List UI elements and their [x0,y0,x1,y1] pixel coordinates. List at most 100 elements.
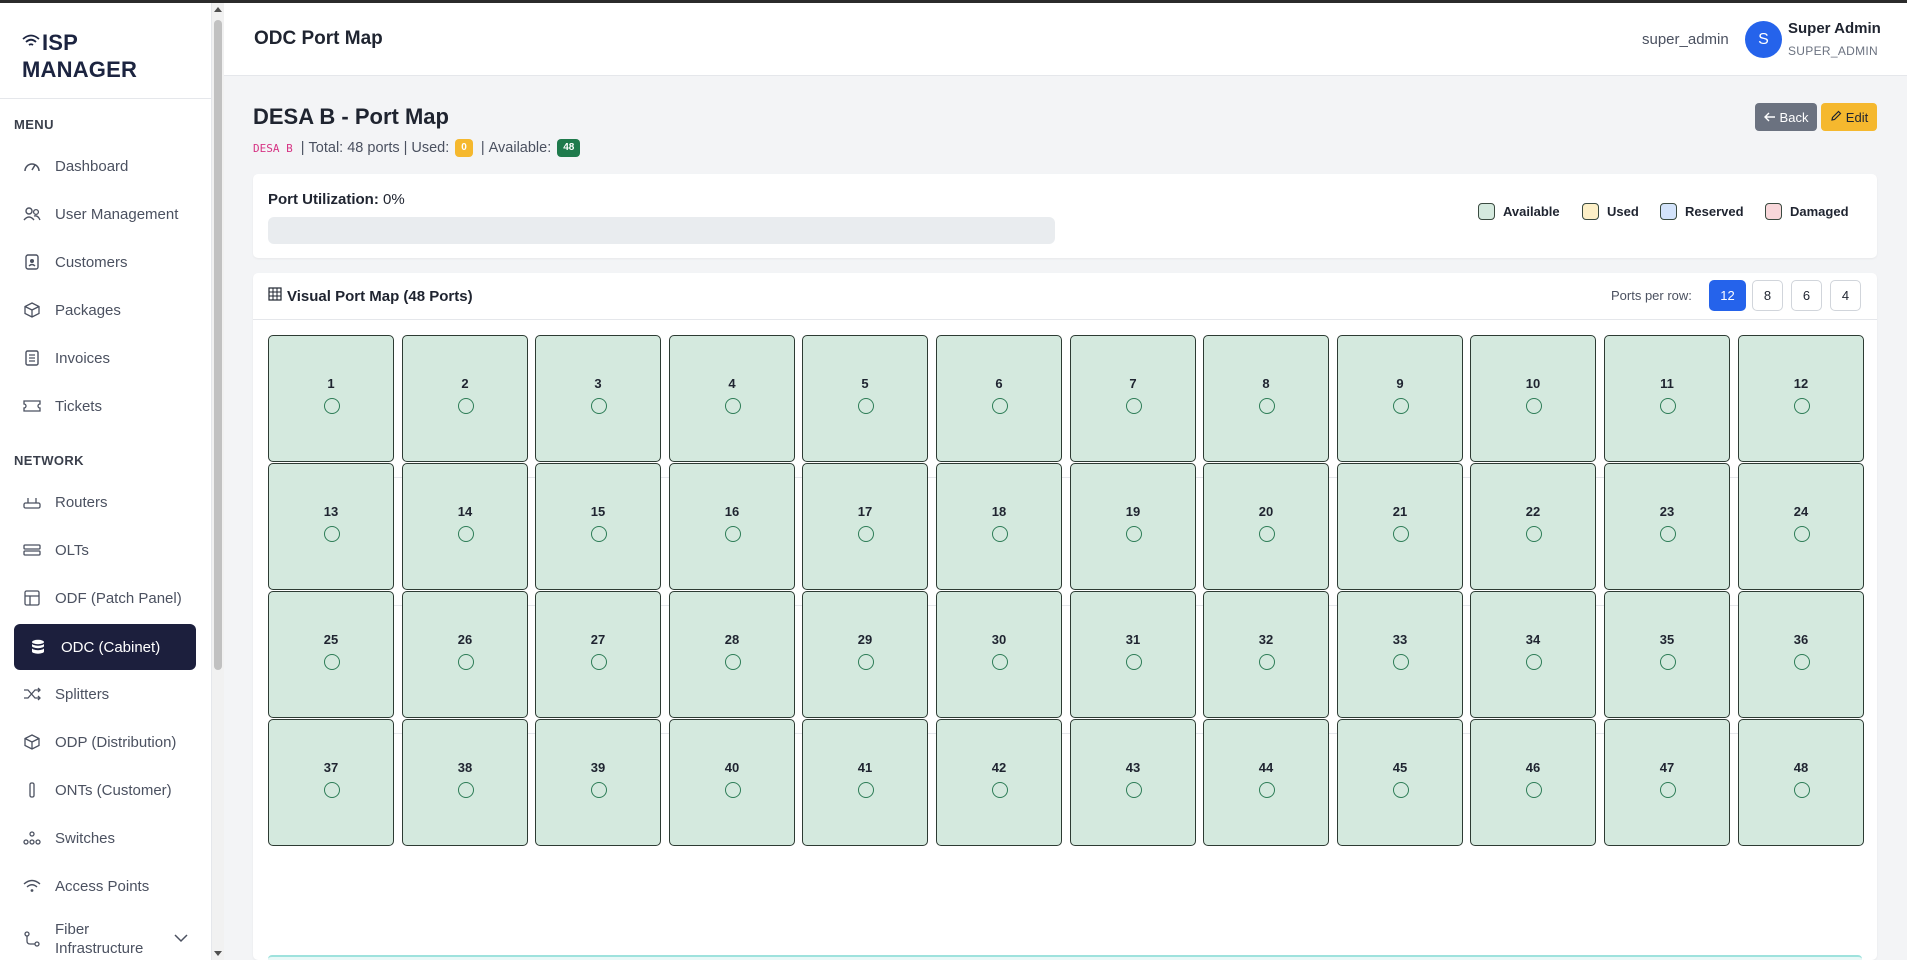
port-tile[interactable]: 28 [669,591,795,718]
port-tile[interactable]: 30 [936,591,1062,718]
port-tile[interactable]: 3 [535,335,661,462]
user-display-name[interactable]: Super Admin [1788,20,1881,37]
avatar[interactable]: S [1745,21,1782,58]
sidebar-item-fiber-infrastructure[interactable]: Fiber Infrastructure [14,915,196,960]
port-number: 13 [323,504,339,519]
port-tile[interactable]: 13 [268,463,394,590]
port-tile[interactable]: 44 [1203,719,1329,846]
port-number: 2 [461,376,469,391]
port-tile[interactable]: 48 [1738,719,1864,846]
port-tile[interactable]: 22 [1470,463,1596,590]
port-tile[interactable]: 16 [669,463,795,590]
port-tile[interactable]: 36 [1738,591,1864,718]
port-tile[interactable]: 14 [402,463,528,590]
sidebar-item-user-management[interactable]: User Management [14,192,196,236]
sidebar-item-label: User Management [55,205,179,223]
port-tile[interactable]: 9 [1337,335,1463,462]
port-tile[interactable]: 26 [402,591,528,718]
sidebar-item-invoices[interactable]: Invoices [14,336,196,380]
port-tile[interactable]: 19 [1070,463,1196,590]
port-tile[interactable]: 18 [936,463,1062,590]
port-tile[interactable]: 4 [669,335,795,462]
sidebar-item-splitters[interactable]: Splitters [14,672,196,716]
sidebar-item-packages[interactable]: Packages [14,288,196,332]
sidebar-item-label: Fiber Infrastructure [55,920,143,958]
port-tile[interactable]: 43 [1070,719,1196,846]
port-tile[interactable]: 37 [268,719,394,846]
port-tile[interactable]: 2 [402,335,528,462]
sidebar-item-routers[interactable]: Routers [14,480,196,524]
port-status-circle-icon [1126,782,1142,798]
port-number: 9 [1396,376,1404,391]
port-tile[interactable]: 21 [1337,463,1463,590]
port-tile[interactable]: 31 [1070,591,1196,718]
sidebar-item-odf[interactable]: ODF (Patch Panel) [14,576,196,620]
port-tile[interactable]: 33 [1337,591,1463,718]
ports-per-row-label: Ports per row: [1611,288,1692,303]
cube-icon [22,732,42,752]
app-logo[interactable]: ISP MANAGER [22,27,137,83]
port-tile[interactable]: 20 [1203,463,1329,590]
chevron-down-icon [174,929,188,948]
sidebar-item-odp[interactable]: ODP (Distribution) [14,720,196,764]
port-tile[interactable]: 47 [1604,719,1730,846]
port-tile[interactable]: 29 [802,591,928,718]
port-status-circle-icon [1393,398,1409,414]
sidebar-item-label: Tickets [55,397,102,415]
back-button[interactable]: Back [1755,103,1817,131]
edit-button[interactable]: Edit [1821,103,1877,131]
ports-per-row-4-button[interactable]: 4 [1830,280,1861,311]
port-tile[interactable]: 7 [1070,335,1196,462]
ports-per-row-8-button[interactable]: 8 [1752,280,1783,311]
port-tile[interactable]: 35 [1604,591,1730,718]
port-tile[interactable]: 5 [802,335,928,462]
port-status-circle-icon [1259,398,1275,414]
sidebar-item-customers[interactable]: Customers [14,240,196,284]
port-tile[interactable]: 17 [802,463,928,590]
port-number: 44 [1258,760,1274,775]
port-tile[interactable]: 27 [535,591,661,718]
port-tile[interactable]: 40 [669,719,795,846]
port-tile[interactable]: 24 [1738,463,1864,590]
port-tile[interactable]: 6 [936,335,1062,462]
ports-per-row-12-button[interactable]: 12 [1709,280,1746,311]
port-tile[interactable]: 10 [1470,335,1596,462]
sidebar-item-tickets[interactable]: Tickets [14,384,196,428]
sidebar-scrollbar[interactable] [212,3,224,960]
port-tile[interactable]: 39 [535,719,661,846]
port-number: 12 [1793,376,1809,391]
port-tile[interactable]: 38 [402,719,528,846]
router-icon [22,492,42,512]
port-tile[interactable]: 1 [268,335,394,462]
ont-icon [22,780,42,800]
wifi-icon [22,876,42,896]
logo-line1: ISP [42,30,79,55]
sidebar-item-dashboard[interactable]: Dashboard [14,144,196,188]
port-tile[interactable]: 41 [802,719,928,846]
port-tile[interactable]: 42 [936,719,1062,846]
port-tile[interactable]: 32 [1203,591,1329,718]
legend-damaged: Damaged [1765,203,1849,220]
sidebar-item-switches[interactable]: Switches [14,816,196,860]
utilization-label: Port Utilization: [268,191,379,208]
scroll-down-arrow-icon[interactable] [214,951,222,956]
scrollbar-thumb[interactable] [214,20,222,670]
port-tile[interactable]: 12 [1738,335,1864,462]
port-status-circle-icon [591,654,607,670]
sidebar-item-odc[interactable]: ODC (Cabinet) [14,624,196,670]
port-tile[interactable]: 45 [1337,719,1463,846]
arrow-left-icon [1763,110,1776,125]
ports-per-row-6-button[interactable]: 6 [1791,280,1822,311]
sidebar-item-olts[interactable]: OLTs [14,528,196,572]
port-tile[interactable]: 23 [1604,463,1730,590]
port-tile[interactable]: 11 [1604,335,1730,462]
port-tile[interactable]: 8 [1203,335,1329,462]
port-tile[interactable]: 15 [535,463,661,590]
scroll-up-arrow-icon[interactable] [214,7,222,12]
port-tile[interactable]: 34 [1470,591,1596,718]
sidebar-item-onts[interactable]: ONTs (Customer) [14,768,196,812]
port-tile[interactable]: 25 [268,591,394,718]
legend-available: Available [1478,203,1560,220]
sidebar-item-access-points[interactable]: Access Points [14,864,196,908]
port-tile[interactable]: 46 [1470,719,1596,846]
